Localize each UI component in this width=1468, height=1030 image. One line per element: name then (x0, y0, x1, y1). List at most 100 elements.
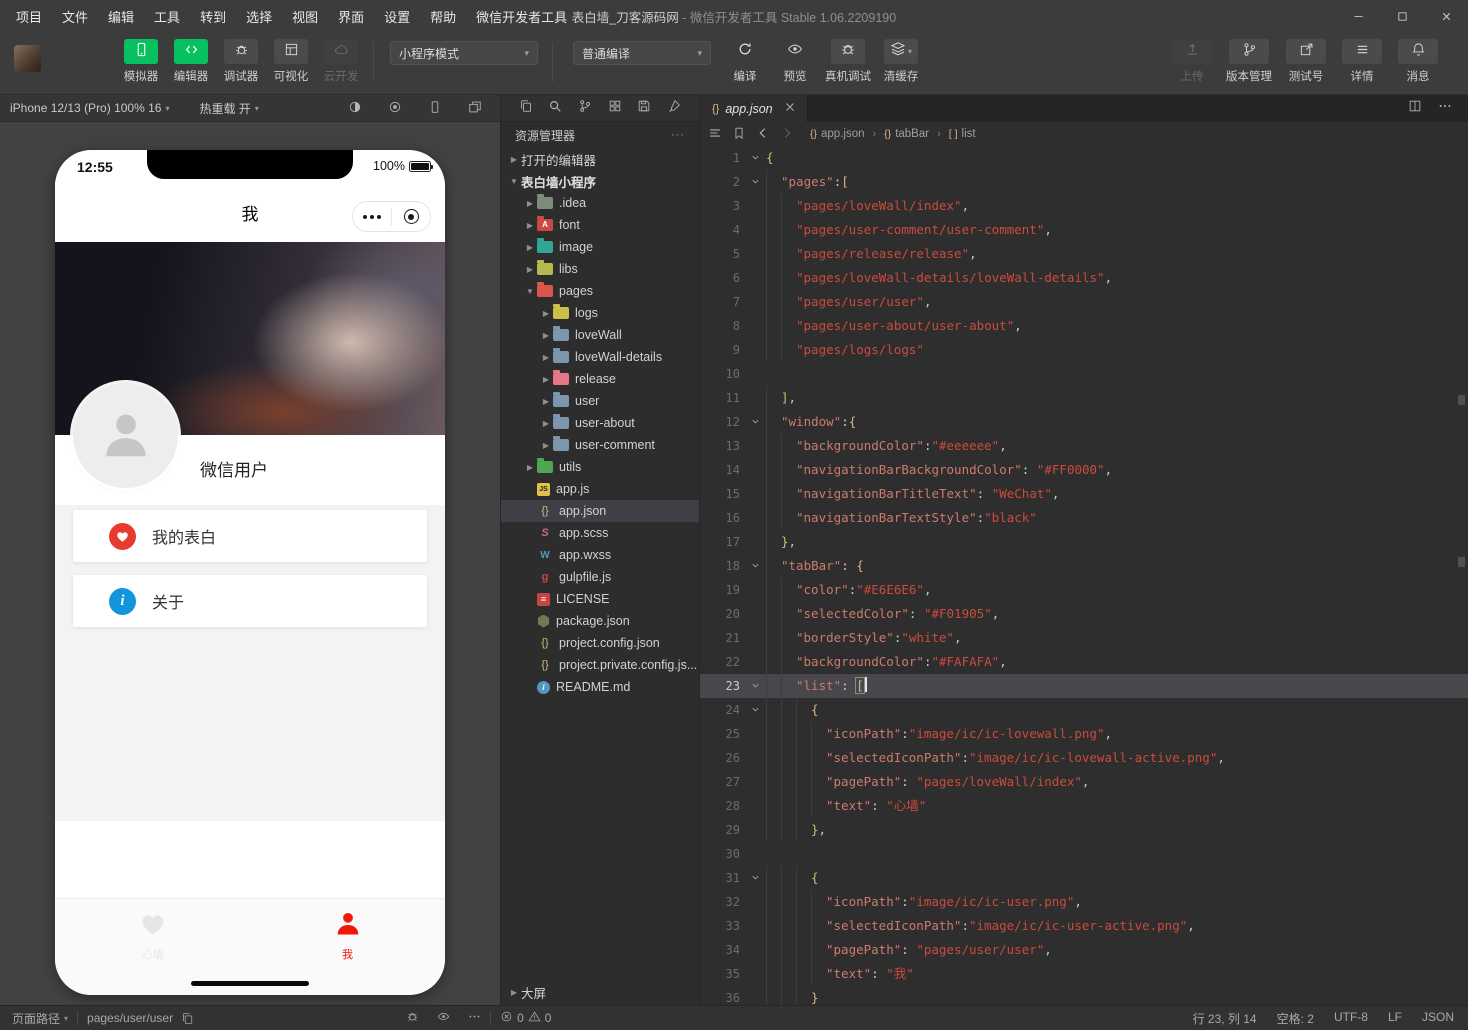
tree-item-image[interactable]: ▶image (501, 236, 699, 258)
toggle-cloud-button[interactable]: 云开发 (323, 39, 359, 84)
tree-item-app.json[interactable]: {}app.json (501, 500, 699, 522)
menu-item-1[interactable]: 文件 (54, 4, 96, 29)
code-line-32[interactable]: 32 "iconPath":"image/ic/ic-user.png", (700, 890, 1468, 914)
branch-button[interactable]: 版本管理 (1226, 39, 1272, 84)
more-actions-icon[interactable]: ··· (671, 129, 685, 141)
code-line-36[interactable]: 36 } (700, 986, 1468, 1005)
code-line-14[interactable]: 14 "navigationBarBackgroundColor": "#FF0… (700, 458, 1468, 482)
bell-button[interactable]: 消息 (1396, 39, 1440, 84)
tree-item-app.scss[interactable]: Sapp.scss (501, 522, 699, 544)
tree-item-libs[interactable]: ▶libs (501, 258, 699, 280)
device-select[interactable]: iPhone 12/13 (Pro) 100% 16▾ (10, 101, 173, 115)
hot-reload-toggle[interactable]: 热重载 开▾ (199, 100, 262, 117)
code-line-29[interactable]: 29 }, (700, 818, 1468, 842)
code-line-28[interactable]: 28 "text": "心墙" (700, 794, 1468, 818)
tree-item-package.json[interactable]: package.json (501, 610, 699, 632)
bug-action-button[interactable]: 真机调试 (825, 39, 871, 84)
toggle-bug-button[interactable]: 调试器 (223, 39, 259, 84)
code-line-35[interactable]: 35 "text": "我" (700, 962, 1468, 986)
code-line-30[interactable]: 30 (700, 842, 1468, 866)
tree-item-font[interactable]: ▶Afont (501, 214, 699, 236)
menu-item-9[interactable]: 帮助 (422, 4, 464, 29)
fold-icon[interactable] (744, 698, 766, 722)
menu-item-2[interactable]: 编辑 (100, 4, 142, 29)
network-throttle-icon[interactable] (348, 100, 362, 117)
git-branch-icon[interactable] (578, 99, 592, 118)
fold-icon[interactable] (744, 170, 766, 194)
outline-icon[interactable] (708, 126, 722, 143)
code-editor[interactable]: 1 { 2 "pages":[ 3 "pages/loveWall/index"… (700, 146, 1468, 1005)
layers-action-button[interactable]: ▾ 清缓存 (881, 39, 921, 84)
tree-item-gulpfile.js[interactable]: ggulpfile.js (501, 566, 699, 588)
code-line-1[interactable]: 1 { (700, 146, 1468, 170)
code-line-19[interactable]: 19 "color":"#E6E6E6", (700, 578, 1468, 602)
menu-item-3[interactable]: 工具 (146, 4, 188, 29)
extensions-icon[interactable] (608, 99, 622, 118)
code-line-21[interactable]: 21 "borderStyle":"white", (700, 626, 1468, 650)
code-line-2[interactable]: 2 "pages":[ (700, 170, 1468, 194)
code-line-31[interactable]: 31 { (700, 866, 1468, 890)
tree-item-release[interactable]: ▶release (501, 368, 699, 390)
tree-item-utils[interactable]: ▶utils (501, 456, 699, 478)
code-line-15[interactable]: 15 "navigationBarTitleText": "WeChat", (700, 482, 1468, 506)
toggle-code-button[interactable]: 编辑器 (173, 39, 209, 84)
cursor-position[interactable]: 行 23, 列 14 (1193, 1010, 1257, 1027)
forward-icon[interactable] (780, 126, 794, 143)
fold-icon[interactable] (744, 410, 766, 434)
tree-item-.idea[interactable]: ▶.idea (501, 192, 699, 214)
menu-item-6[interactable]: 视图 (284, 4, 326, 29)
fold-icon[interactable] (744, 674, 766, 698)
close-button[interactable] (1424, 0, 1468, 32)
code-line-13[interactable]: 13 "backgroundColor":"#eeeeee", (700, 434, 1468, 458)
more-menu-icon[interactable] (353, 215, 391, 219)
tree-item-logs[interactable]: ▶logs (501, 302, 699, 324)
breadcrumb-item-tabBar[interactable]: {} tabBar (884, 128, 929, 140)
close-tab-icon[interactable] (783, 100, 797, 117)
more-actions-icon[interactable] (1438, 99, 1452, 118)
language-mode[interactable]: JSON (1422, 1010, 1454, 1027)
code-line-8[interactable]: 8 "pages/user-about/user-about", (700, 314, 1468, 338)
external-button[interactable]: 测试号 (1284, 39, 1328, 84)
fold-icon[interactable] (744, 146, 766, 170)
tree-item-user-comment[interactable]: ▶user-comment (501, 434, 699, 456)
maximize-button[interactable] (1380, 0, 1424, 32)
tree-item-app.js[interactable]: JSapp.js (501, 478, 699, 500)
menu-item-5[interactable]: 选择 (238, 4, 280, 29)
tree-item-README.md[interactable]: iREADME.md (501, 676, 699, 698)
tree-item-project.config.json[interactable]: {}project.config.json (501, 632, 699, 654)
upload-button[interactable]: 上传 (1170, 39, 1214, 84)
back-icon[interactable] (756, 126, 770, 143)
eol-setting[interactable]: LF (1388, 1010, 1402, 1027)
code-line-20[interactable]: 20 "selectedColor": "#F01905", (700, 602, 1468, 626)
preview-eye-icon[interactable] (437, 1010, 450, 1026)
code-line-16[interactable]: 16 "navigationBarTextStyle":"black" (700, 506, 1468, 530)
encoding-setting[interactable]: UTF-8 (1334, 1010, 1368, 1027)
eye-action-button[interactable]: 预览 (775, 39, 815, 84)
tree-item-user-about[interactable]: ▶user-about (501, 412, 699, 434)
code-line-34[interactable]: 34 "pagePath": "pages/user/user", (700, 938, 1468, 962)
toggle-phone-button[interactable]: 模拟器 (123, 39, 159, 84)
menu-item-8[interactable]: 设置 (376, 4, 418, 29)
code-line-18[interactable]: 18 "tabBar": { (700, 554, 1468, 578)
menu-item-0[interactable]: 项目 (8, 4, 50, 29)
close-minimize-icon[interactable] (392, 209, 430, 224)
menu-card-info[interactable]: i 关于 (73, 575, 427, 627)
files-icon[interactable] (519, 99, 533, 118)
page-path-selector[interactable]: 页面路径 ▾ (12, 1010, 68, 1027)
code-line-10[interactable]: 10 (700, 362, 1468, 386)
code-line-27[interactable]: 27 "pagePath": "pages/loveWall/index", (700, 770, 1468, 794)
code-line-5[interactable]: 5 "pages/release/release", (700, 242, 1468, 266)
code-line-22[interactable]: 22 "backgroundColor":"#FAFAFA", (700, 650, 1468, 674)
code-line-25[interactable]: 25 "iconPath":"image/ic/ic-lovewall.png"… (700, 722, 1468, 746)
code-line-24[interactable]: 24 { (700, 698, 1468, 722)
menu-item-4[interactable]: 转到 (192, 4, 234, 29)
tree-item-app.wxss[interactable]: Wapp.wxss (501, 544, 699, 566)
big-screen-section[interactable]: ▶ 大屏 (501, 981, 699, 1003)
compile-mode-select[interactable]: 普通编译▾ (573, 41, 711, 65)
save-icon[interactable] (637, 99, 651, 118)
tree-item-loveWall[interactable]: ▶loveWall (501, 324, 699, 346)
fold-icon[interactable] (744, 866, 766, 890)
debug-icon[interactable] (406, 1010, 419, 1026)
more-icon[interactable] (468, 1010, 481, 1026)
rotate-device-icon[interactable] (428, 100, 442, 117)
